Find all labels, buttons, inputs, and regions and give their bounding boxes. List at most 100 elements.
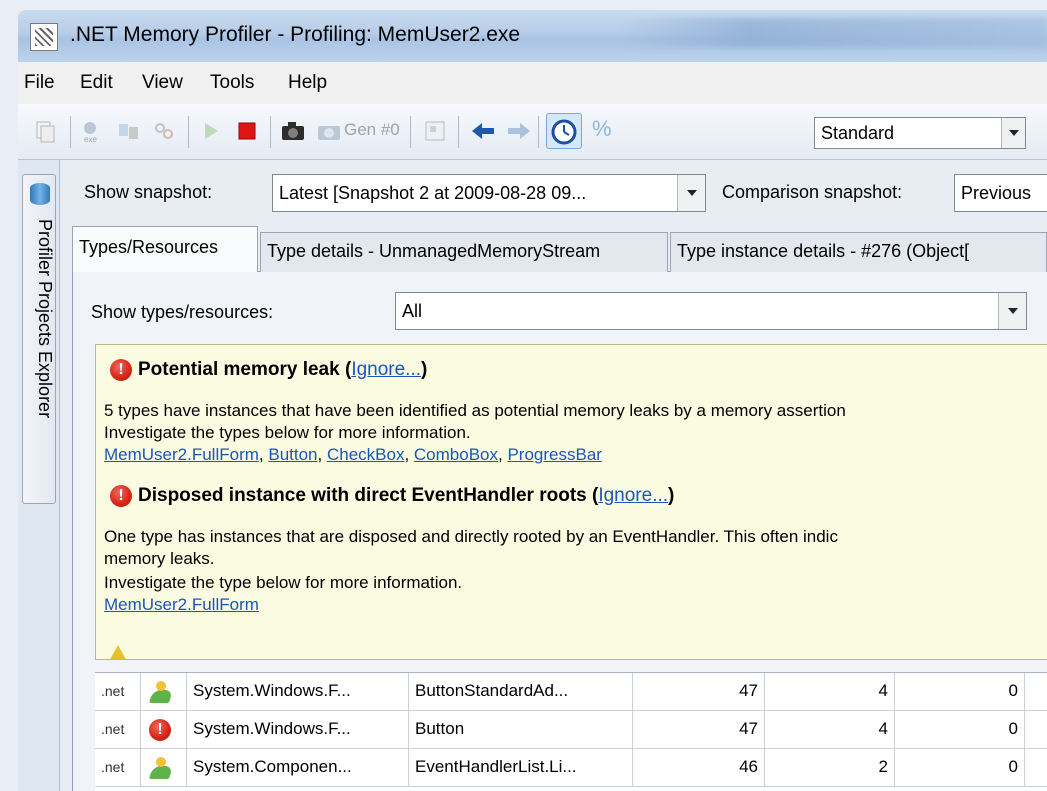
show-snapshot-value: Latest [Snapshot 2 at 2009-08-28 09... bbox=[279, 183, 587, 203]
leak-title: Potential memory leak bbox=[138, 359, 340, 380]
type-link[interactable]: Button bbox=[268, 445, 317, 464]
name-cell: ButtonStandardAd... bbox=[409, 673, 633, 711]
toolbar: exe Gen #0 % Standard bbox=[18, 104, 1047, 160]
chevron-down-icon[interactable] bbox=[1001, 118, 1025, 148]
play-icon[interactable] bbox=[198, 118, 224, 144]
namespace-cell: System.Componen... bbox=[187, 749, 409, 787]
status-cell bbox=[141, 749, 187, 787]
title-bar-glass bbox=[618, 18, 1047, 48]
side-tab-label: Profiler Projects Explorer bbox=[35, 219, 55, 419]
value-cell: 46 bbox=[633, 749, 765, 787]
value-cell: 47 bbox=[633, 673, 765, 711]
disposed-type-links: MemUser2.FullForm bbox=[104, 595, 259, 615]
disposed-text-line3: Investigate the type below for more info… bbox=[104, 573, 463, 592]
gen-snapshot-icon[interactable] bbox=[316, 118, 342, 144]
tab-label: Types/Resources bbox=[79, 237, 219, 257]
type-link[interactable]: MemUser2.FullForm bbox=[104, 445, 259, 464]
user-type-icon bbox=[148, 757, 174, 779]
main-area: Show snapshot: Latest [Snapshot 2 at 200… bbox=[60, 160, 1047, 791]
stop-icon[interactable] bbox=[234, 118, 260, 144]
comparison-snapshot-value: Previous bbox=[961, 183, 1032, 203]
kind-cell: .net bbox=[95, 749, 141, 787]
value-cell: 0 bbox=[895, 711, 1025, 749]
forward-arrow-icon[interactable] bbox=[506, 118, 532, 144]
show-types-label: Show types/resources: bbox=[91, 302, 274, 322]
exe-icon[interactable]: exe bbox=[80, 118, 106, 144]
type-link[interactable]: ComboBox bbox=[414, 445, 498, 464]
namespace-cell: System.Windows.F... bbox=[187, 673, 409, 711]
disposed-text-line1: One type has instances that are disposed… bbox=[104, 527, 838, 546]
value-cell: 0 bbox=[895, 749, 1025, 787]
show-types-value: All bbox=[402, 301, 423, 321]
back-arrow-icon[interactable] bbox=[470, 118, 496, 144]
menu-help-label: Help bbox=[288, 72, 328, 93]
value-cell: 47 bbox=[633, 711, 765, 749]
show-snapshot-label: Show snapshot: bbox=[84, 182, 213, 202]
menu-file[interactable]: File bbox=[24, 72, 55, 94]
menu-file-label: File bbox=[24, 72, 55, 93]
disposed-text-line2: memory leaks. bbox=[104, 549, 215, 568]
menu-view[interactable]: View bbox=[142, 72, 183, 94]
status-cell bbox=[141, 673, 187, 711]
leak-text-line1: 5 types have instances that have been id… bbox=[104, 401, 846, 420]
type-link[interactable]: MemUser2.FullForm bbox=[104, 595, 259, 614]
analysis-info-pane[interactable]: Potential memory leak (Ignore...) 5 type… bbox=[95, 344, 1047, 660]
menu-view-label: View bbox=[142, 72, 183, 93]
type-link[interactable]: ProgressBar bbox=[507, 445, 601, 464]
gen-label[interactable]: Gen #0 bbox=[344, 120, 400, 140]
chevron-down-icon[interactable] bbox=[998, 293, 1026, 329]
leak-ignore-link[interactable]: Ignore... bbox=[351, 359, 421, 380]
menu-tools[interactable]: Tools bbox=[210, 72, 254, 94]
link-icon[interactable] bbox=[152, 118, 178, 144]
toolbar-separator bbox=[188, 116, 189, 148]
title-bar[interactable]: .NET Memory Profiler - Profiling: MemUse… bbox=[18, 10, 1047, 62]
table-row[interactable]: .net System.Componen... EventHandlerList… bbox=[95, 749, 1047, 787]
menu-edit[interactable]: Edit bbox=[80, 72, 113, 94]
table-row[interactable]: .net System.Windows.F... ButtonStandardA… bbox=[95, 673, 1047, 711]
tab-types-resources[interactable]: Types/Resources bbox=[72, 226, 258, 273]
value-cell: 4 bbox=[765, 673, 895, 711]
error-icon bbox=[110, 485, 132, 507]
kind-cell: .net bbox=[95, 673, 141, 711]
timer-icon[interactable] bbox=[546, 113, 582, 149]
warning-icon bbox=[108, 645, 128, 659]
comparison-snapshot-select[interactable]: Previous bbox=[954, 174, 1047, 212]
snapshot-row: Show snapshot: Latest [Snapshot 2 at 200… bbox=[60, 160, 1047, 226]
types-grid: .net System.Windows.F... ButtonStandardA… bbox=[95, 672, 1047, 791]
toolbar-separator bbox=[270, 116, 271, 148]
show-types-select[interactable]: All bbox=[395, 292, 1027, 330]
percent-icon[interactable]: % bbox=[592, 116, 612, 142]
toolbar-separator bbox=[458, 116, 459, 148]
type-link[interactable]: CheckBox bbox=[327, 445, 404, 464]
user-type-icon bbox=[148, 681, 174, 703]
leak-text-line2: Investigate the types below for more inf… bbox=[104, 423, 471, 442]
camera-icon[interactable] bbox=[280, 118, 306, 144]
show-snapshot-select[interactable]: Latest [Snapshot 2 at 2009-08-28 09... bbox=[272, 174, 706, 212]
toolbar-separator bbox=[410, 116, 411, 148]
view-mode-select[interactable]: Standard bbox=[814, 117, 1026, 149]
chevron-down-icon[interactable] bbox=[677, 175, 705, 211]
value-cell: 0 bbox=[895, 673, 1025, 711]
menu-tools-label: Tools bbox=[210, 72, 255, 93]
comparison-snapshot-label: Comparison snapshot: bbox=[722, 182, 903, 202]
tab-strip: Types/Resources Type details - Unmanaged… bbox=[72, 226, 1047, 273]
compare-icon[interactable] bbox=[116, 118, 142, 144]
tab-type-details[interactable]: Type details - UnmanagedMemoryStream bbox=[260, 232, 668, 272]
toolbar-separator bbox=[538, 116, 539, 148]
disposed-ignore-link[interactable]: Ignore... bbox=[598, 485, 668, 506]
value-cell: 4 bbox=[765, 711, 895, 749]
value-cell: 2 bbox=[765, 749, 895, 787]
profiler-projects-explorer-tab[interactable]: Profiler Projects Explorer bbox=[22, 174, 56, 504]
export-icon[interactable] bbox=[422, 118, 448, 144]
app-icon[interactable] bbox=[30, 23, 58, 51]
error-icon bbox=[149, 719, 171, 741]
name-cell: EventHandlerList.Li... bbox=[409, 749, 633, 787]
svg-text:exe: exe bbox=[84, 135, 97, 144]
types-resources-panel: Show types/resources: All Potential memo… bbox=[72, 272, 1047, 791]
leak-type-links: MemUser2.FullForm, Button, CheckBox, Com… bbox=[104, 445, 602, 464]
menu-help[interactable]: Help bbox=[288, 72, 327, 94]
copy-icon[interactable] bbox=[32, 118, 58, 144]
tab-type-instance-details[interactable]: Type instance details - #276 (Object[ bbox=[670, 232, 1047, 272]
disposed-title: Disposed instance with direct EventHandl… bbox=[138, 485, 587, 506]
table-row[interactable]: .net System.Windows.F... Button 47 4 0 bbox=[95, 711, 1047, 749]
